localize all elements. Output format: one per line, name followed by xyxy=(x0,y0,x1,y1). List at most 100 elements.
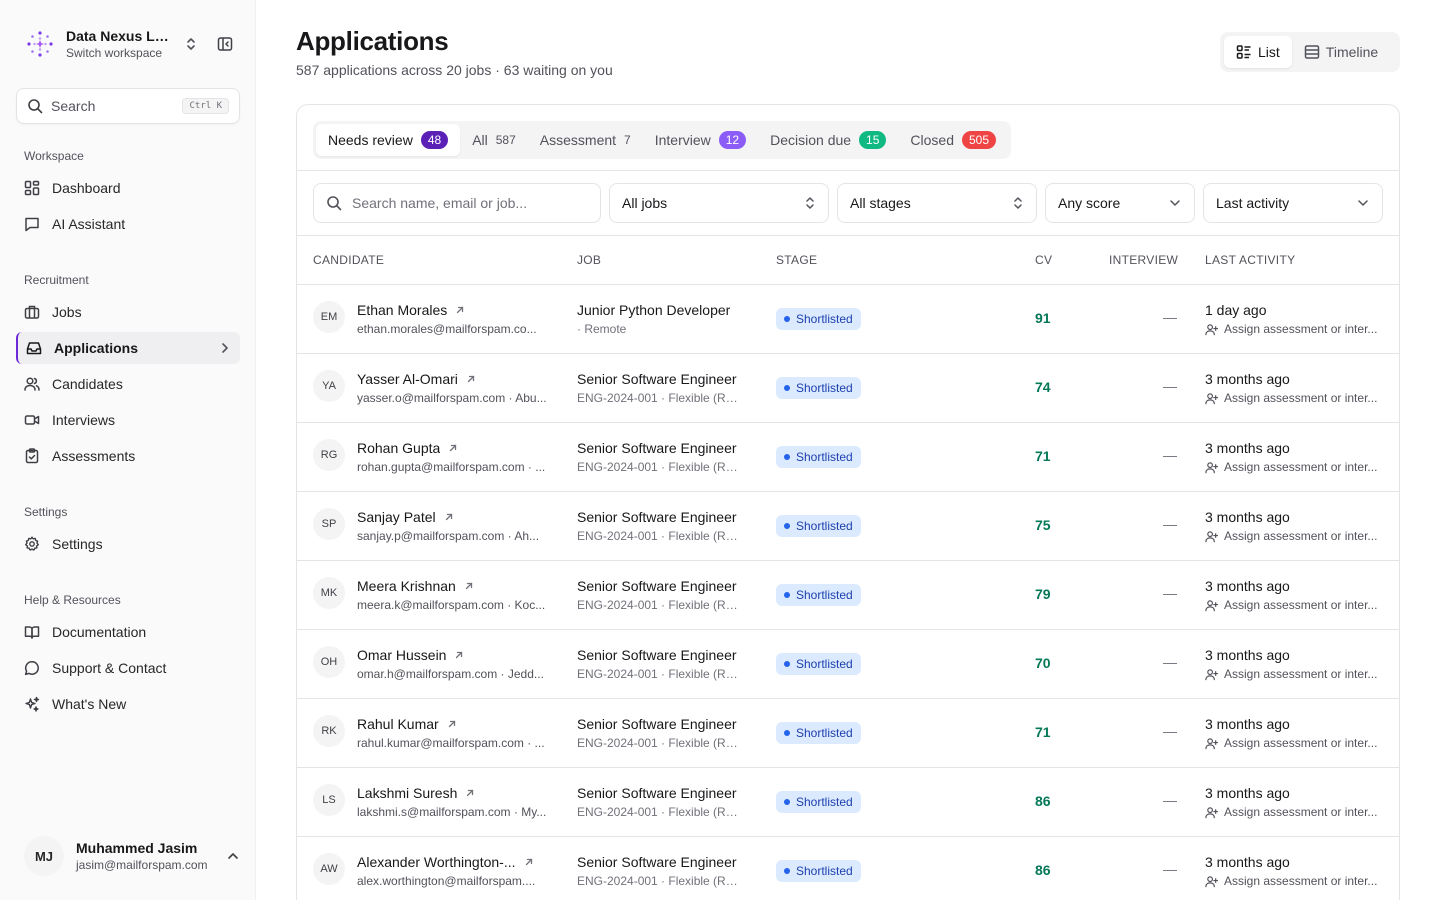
user-plus-icon xyxy=(1205,875,1218,888)
candidate-email: meera.k@mailforspam.com · Koc... xyxy=(357,598,546,612)
view-list-button[interactable]: List xyxy=(1224,36,1292,68)
nav-assessments[interactable]: Assessments xyxy=(16,440,240,472)
user-plus-icon xyxy=(1205,599,1218,612)
candidate-avatar: RK xyxy=(313,715,345,747)
nav-ai-assistant[interactable]: AI Assistant xyxy=(16,208,240,240)
nav-dashboard[interactable]: Dashboard xyxy=(16,172,240,204)
tab-closed[interactable]: Closed 505 xyxy=(898,124,1008,156)
nav-documentation[interactable]: Documentation xyxy=(16,616,240,648)
candidate-name[interactable]: Sanjay Patel xyxy=(357,509,454,525)
tab-interview[interactable]: Interview 12 xyxy=(643,124,758,156)
external-link-icon[interactable] xyxy=(465,788,475,798)
candidate-name[interactable]: Meera Krishnan xyxy=(357,578,474,594)
tab-count-badge: 587 xyxy=(495,133,516,147)
view-timeline-button[interactable]: Timeline xyxy=(1292,36,1390,68)
external-link-icon[interactable] xyxy=(444,512,454,522)
candidate-name[interactable]: Lakshmi Suresh xyxy=(357,785,475,801)
nav-interviews[interactable]: Interviews xyxy=(16,404,240,436)
score-select[interactable]: Any score xyxy=(1045,183,1195,223)
candidate-avatar: RG xyxy=(313,439,345,471)
external-link-icon[interactable] xyxy=(447,719,457,729)
stages-select[interactable]: All stages xyxy=(837,183,1037,223)
external-link-icon[interactable] xyxy=(466,374,476,384)
applications-table-body: EM Ethan Morales ethan.morales@mailforspam… xyxy=(297,284,1399,900)
table-row[interactable]: RK Rahul Kumar rahul.kumar@mailforspam.com… xyxy=(297,698,1399,767)
list-icon xyxy=(1236,44,1252,60)
candidate-avatar: LS xyxy=(313,784,345,816)
job-title: Senior Software Engineer xyxy=(577,716,737,732)
next-action-text: Assign assessment or inter... xyxy=(1224,529,1378,543)
user-plus-icon xyxy=(1205,392,1218,405)
nav-jobs-label: Jobs xyxy=(52,304,82,320)
column-header-cv[interactable]: CV xyxy=(1035,253,1052,267)
tab-needs-review[interactable]: Needs review 48 xyxy=(316,124,461,156)
candidate-name[interactable]: Rahul Kumar xyxy=(357,716,457,732)
column-header-job[interactable]: JOB xyxy=(577,253,601,267)
candidate-name[interactable]: Ethan Morales xyxy=(357,302,465,318)
page-title: Applications xyxy=(296,26,449,56)
candidate-avatar: YA xyxy=(313,370,345,402)
table-row[interactable]: LS Lakshmi Suresh lakshmi.s@mailforspam.co… xyxy=(297,767,1399,836)
candidate-email: sanjay.p@mailforspam.com · Ah... xyxy=(357,529,540,543)
nav-whats-new[interactable]: What's New xyxy=(16,688,240,720)
nav-candidates[interactable]: Candidates xyxy=(16,368,240,400)
table-row[interactable]: SP Sanjay Patel sanjay.p@mailforspam.com ·… xyxy=(297,491,1399,560)
sidebar-collapse-icon[interactable] xyxy=(216,35,234,53)
tab-all[interactable]: All 587 xyxy=(460,124,528,156)
nav-settings[interactable]: Settings xyxy=(16,528,240,560)
table-row[interactable]: OH Omar Hussein omar.h@mailforspam.com · J… xyxy=(297,629,1399,698)
user-name: Muhammed Jasim xyxy=(76,840,198,856)
candidate-name-text: Sanjay Patel xyxy=(357,509,436,525)
workspace-switcher[interactable]: Data Nexus Labs Switch workspace xyxy=(24,26,234,62)
search-placeholder: Search name, email or job... xyxy=(352,195,528,211)
tabs-divider xyxy=(297,170,1399,171)
table-row[interactable]: YA Yasser Al-Omari yasser.o@mailforspam.co… xyxy=(297,353,1399,422)
candidate-name[interactable]: Alexander Worthington-... xyxy=(357,854,534,870)
nav-jobs[interactable]: Jobs xyxy=(16,296,240,328)
applications-search-input[interactable]: Search name, email or job... xyxy=(313,183,601,223)
nav-applications[interactable]: Applications xyxy=(16,332,240,364)
job-title: Junior Python Developer xyxy=(577,302,731,318)
column-header-candidate[interactable]: CANDIDATE xyxy=(313,253,384,267)
tab-count-badge: 505 xyxy=(962,131,997,149)
jobs-select-value: All jobs xyxy=(622,195,668,211)
job-meta: ENG-2024-001 · Flexible (Re... xyxy=(577,736,742,750)
tab-label: Assessment xyxy=(539,132,617,148)
user-plus-icon xyxy=(1205,461,1218,474)
external-link-icon[interactable] xyxy=(464,581,474,591)
tab-decision-due[interactable]: Decision due 15 xyxy=(758,124,898,156)
column-header-stage[interactable]: STAGE xyxy=(776,253,817,267)
candidate-name[interactable]: Omar Hussein xyxy=(357,647,464,663)
table-row[interactable]: EM Ethan Morales ethan.morales@mailforspam… xyxy=(297,284,1399,353)
section-label-recruitment: Recruitment xyxy=(24,273,89,287)
table-row[interactable]: AW Alexander Worthington-... alex.worthing… xyxy=(297,836,1399,900)
tab-assessment[interactable]: Assessment 7 xyxy=(528,124,643,156)
candidate-name[interactable]: Rohan Gupta xyxy=(357,440,458,456)
table-row[interactable]: RG Rohan Gupta rohan.gupta@mailforspam.com… xyxy=(297,422,1399,491)
column-header-last-activity[interactable]: LAST ACTIVITY xyxy=(1205,253,1295,267)
column-header-interview[interactable]: INTERVIEW xyxy=(1109,253,1178,267)
nav-support[interactable]: Support & Contact xyxy=(16,652,240,684)
chevron-up-icon xyxy=(226,849,240,863)
next-action-text: Assign assessment or inter... xyxy=(1224,391,1378,405)
stage-dot-icon xyxy=(784,523,790,529)
external-link-icon[interactable] xyxy=(454,650,464,660)
sidebar-search[interactable]: Search Ctrl K xyxy=(16,88,240,124)
search-icon xyxy=(326,195,342,211)
interview-score: — xyxy=(1163,309,1177,325)
user-menu[interactable]: MJ Muhammed Jasim jasim@mailforspam.com xyxy=(24,836,240,876)
chevrons-up-down-icon xyxy=(1012,195,1024,211)
external-link-icon[interactable] xyxy=(455,305,465,315)
sort-select[interactable]: Last activity xyxy=(1203,183,1383,223)
candidate-name[interactable]: Yasser Al-Omari xyxy=(357,371,476,387)
last-activity-time: 3 months ago xyxy=(1205,716,1290,732)
last-activity-time: 3 months ago xyxy=(1205,440,1290,456)
score-select-value: Any score xyxy=(1058,195,1121,211)
stage-badge: Shortlisted xyxy=(776,791,861,813)
stage-dot-icon xyxy=(784,385,790,391)
job-title: Senior Software Engineer xyxy=(577,371,737,387)
external-link-icon[interactable] xyxy=(524,857,534,867)
jobs-select[interactable]: All jobs xyxy=(609,183,829,223)
table-row[interactable]: MK Meera Krishnan meera.k@mailforspam.com … xyxy=(297,560,1399,629)
external-link-icon[interactable] xyxy=(448,443,458,453)
